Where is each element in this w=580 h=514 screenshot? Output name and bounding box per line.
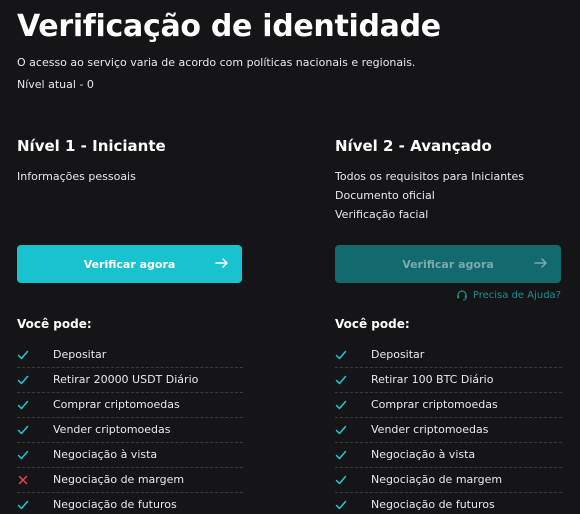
- cross-icon: [18, 475, 28, 485]
- current-level-text: Nível atual - 0: [17, 78, 94, 91]
- verify-button-label: Verificar agora: [402, 257, 494, 271]
- check-icon: [335, 425, 347, 435]
- permission-item: Negociação de futuros: [17, 493, 243, 514]
- check-icon: [17, 350, 29, 360]
- level-1-title: Nível 1 - Iniciante: [17, 137, 166, 155]
- check-icon: [335, 475, 347, 485]
- check-icon: [335, 450, 347, 460]
- level-2-requirements: Todos os requisitos para Iniciantes Docu…: [335, 170, 524, 227]
- permission-label: Negociação de margem: [53, 473, 185, 486]
- permission-label: Depositar: [371, 348, 425, 361]
- level-1-can-title: Você pode:: [17, 317, 92, 331]
- requirement-item: Informações pessoais: [17, 170, 136, 183]
- help-link[interactable]: Precisa de Ajuda?: [456, 289, 561, 301]
- permission-label: Negociação de futuros: [371, 498, 495, 511]
- permission-label: Depositar: [53, 348, 107, 361]
- page-title: Verificação de identidade: [17, 9, 441, 44]
- permission-item: Depositar: [335, 343, 562, 368]
- permission-item: Comprar criptomoedas: [17, 393, 243, 418]
- permission-item: Vender criptomoedas: [335, 418, 562, 443]
- permission-label: Vender criptomoedas: [371, 423, 489, 436]
- page-subtitle: O acesso ao serviço varia de acordo com …: [17, 56, 416, 69]
- permission-item: Vender criptomoedas: [17, 418, 243, 443]
- permission-item: Negociação à vista: [335, 443, 562, 468]
- permission-label: Negociação à vista: [53, 448, 158, 461]
- arrow-right-icon: [534, 258, 547, 268]
- check-icon: [335, 350, 347, 360]
- arrow-right-icon: [215, 258, 228, 268]
- level-2-can-title: Você pode:: [335, 317, 410, 331]
- identity-verification-page: Verificação de identidade O acesso ao se…: [0, 0, 580, 514]
- check-icon: [335, 500, 347, 510]
- permission-label: Negociação de futuros: [53, 498, 177, 511]
- check-icon: [17, 425, 29, 435]
- permission-item: Negociação de margem: [335, 468, 562, 493]
- level-1-permissions: Depositar Retirar 20000 USDT Diário Compra…: [17, 343, 243, 514]
- check-icon: [17, 500, 29, 510]
- level-1-verify-button[interactable]: Verificar agora: [17, 245, 242, 283]
- check-icon: [335, 375, 347, 385]
- permission-item: Negociação de futuros: [335, 493, 562, 514]
- check-icon: [17, 450, 29, 460]
- permission-item: Negociação à vista: [17, 443, 243, 468]
- permission-item: Depositar: [17, 343, 243, 368]
- permission-item: Negociação de margem: [17, 468, 243, 493]
- check-icon: [17, 375, 29, 385]
- permission-label: Vender criptomoedas: [53, 423, 171, 436]
- permission-item: Comprar criptomoedas: [335, 393, 562, 418]
- level-2-permissions: Depositar Retirar 100 BTC Diário Comprar c…: [335, 343, 562, 514]
- level-1-requirements: Informações pessoais: [17, 170, 136, 189]
- permission-label: Comprar criptomoedas: [53, 398, 180, 411]
- permission-item: Retirar 100 BTC Diário: [335, 368, 562, 393]
- permission-label: Negociação à vista: [371, 448, 476, 461]
- check-icon: [335, 400, 347, 410]
- check-icon: [17, 400, 29, 410]
- help-link-label: Precisa de Ajuda?: [472, 289, 561, 301]
- level-2-verify-button[interactable]: Verificar agora: [335, 245, 561, 283]
- permission-item: Retirar 20000 USDT Diário: [17, 368, 243, 393]
- requirement-item: Verificação facial: [335, 208, 429, 221]
- requirement-item: Todos os requisitos para Iniciantes: [335, 170, 524, 183]
- requirement-item: Documento oficial: [335, 189, 435, 202]
- headset-icon: [457, 290, 467, 301]
- level-2-title: Nível 2 - Avançado: [335, 137, 492, 155]
- permission-label: Negociação de margem: [371, 473, 503, 486]
- permission-label: Retirar 20000 USDT Diário: [53, 373, 199, 386]
- permission-label: Comprar criptomoedas: [371, 398, 498, 411]
- verify-button-label: Verificar agora: [83, 257, 176, 271]
- permission-label: Retirar 100 BTC Diário: [371, 373, 494, 386]
